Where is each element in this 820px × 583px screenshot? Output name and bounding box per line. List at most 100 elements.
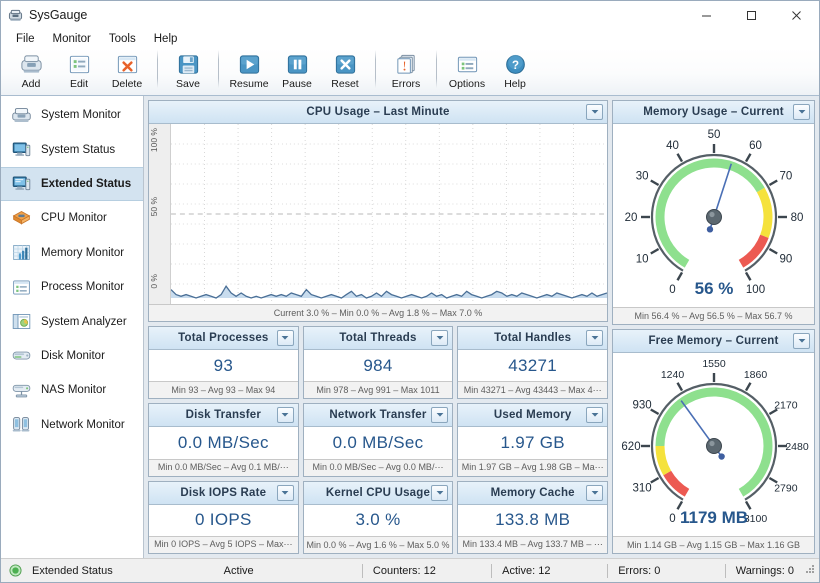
panel-body: 93 [149, 350, 298, 382]
gauge-footer: Min 56.4 % – Avg 56.5 % – Max 56.7 % [613, 307, 814, 324]
toolbar-help-button[interactable]: ? Help [491, 48, 539, 94]
sidebar-item-nas-monitor[interactable]: NAS Monitor [1, 373, 143, 407]
disk-monitor-icon [11, 345, 37, 366]
chevron-down-icon[interactable] [431, 484, 449, 501]
chevron-down-icon[interactable] [793, 333, 810, 349]
stat-row: Disk Transfer 0.0 MB/Sec Min 0.0 MB/Sec … [148, 403, 609, 477]
svg-text:1550: 1550 [702, 358, 726, 370]
panel-title: Total Processes [178, 332, 269, 344]
right-column: Memory Usage – Current 0 10 20 30 40 50 60 70 80… [612, 100, 815, 554]
minimize-button[interactable] [684, 1, 729, 29]
chevron-down-icon[interactable] [586, 484, 604, 501]
panel-title: Disk Transfer [185, 409, 262, 422]
sidebar-item-system-monitor[interactable]: System Monitor [1, 98, 143, 132]
toolbar-add-button[interactable]: Add [7, 48, 55, 94]
stat-value: 0.0 MB/Sec [332, 432, 424, 452]
chevron-down-icon[interactable] [431, 330, 449, 346]
menu-help[interactable]: Help [146, 32, 186, 46]
maximize-button[interactable] [729, 1, 774, 29]
edit-icon [67, 51, 92, 77]
panel-header: Disk Transfer [149, 404, 298, 428]
chevron-down-icon[interactable] [276, 484, 294, 501]
svg-text:310: 310 [632, 482, 651, 494]
svg-text:1179 MB: 1179 MB [679, 508, 747, 527]
stat-panel-disk-iops-rate: Disk IOPS Rate 0 IOPS Min 0 IOPS – Avg 5… [148, 480, 299, 554]
svg-text:620: 620 [621, 441, 640, 453]
chevron-down-icon[interactable] [276, 330, 294, 346]
toolbar-delete-button[interactable]: Delete [103, 48, 151, 94]
main-body: System Monitor System Status Extended St… [1, 96, 819, 558]
gauge-body: 0 10 20 30 40 50 60 70 80 90 100 56 % [613, 124, 814, 307]
sidebar-item-system-status[interactable]: System Status [1, 132, 143, 166]
sidebar-item-disk-monitor[interactable]: Disk Monitor [1, 339, 143, 373]
chevron-down-icon[interactable] [586, 330, 604, 346]
toolbar-reset-button[interactable]: Reset [321, 48, 369, 94]
toolbar-add-label: Add [21, 78, 41, 90]
toolbar-save-button[interactable]: Save [164, 48, 212, 94]
svg-text:0: 0 [669, 512, 675, 524]
stat-value: 984 [363, 355, 393, 375]
chevron-down-icon[interactable] [586, 104, 603, 120]
stat-footer: Min 978 – Avg 991 – Max 1011 [303, 381, 453, 399]
stat-footer: Min 0.0 MB/Sec – Avg 0.0 MB/⋯ [303, 458, 453, 476]
sidebar-label: Extended Status [41, 177, 132, 190]
window-title: SysGauge [29, 8, 88, 22]
toolbar-pause-button[interactable]: Pause [273, 48, 321, 94]
panel-title: Disk IOPS Rate [180, 486, 267, 499]
panel-header: Kernel CPU Usage [303, 481, 453, 505]
sidebar-item-system-analyzer[interactable]: System Analyzer [1, 304, 143, 338]
toolbar-edit-button[interactable]: Edit [55, 48, 103, 94]
stat-footer: Min 93 – Avg 93 – Max 94 [149, 381, 298, 399]
status-mode: Extended Status [32, 564, 113, 577]
stat-value: 43271 [508, 355, 558, 375]
status-active: Active: 12 [502, 564, 551, 577]
svg-text:2480: 2480 [785, 441, 809, 453]
menu-file[interactable]: File [8, 32, 43, 46]
chevron-down-icon[interactable] [793, 104, 810, 120]
svg-text:40: 40 [666, 140, 679, 152]
svg-text:70: 70 [779, 170, 792, 182]
panel-body: 984 [303, 350, 453, 382]
panel-header: Total Processes [149, 327, 298, 350]
sidebar-item-network-monitor[interactable]: Network Monitor [1, 408, 143, 442]
sidebar-item-cpu-monitor[interactable]: CPU Monitor [1, 201, 143, 235]
sidebar-item-extended-status[interactable]: Extended Status [1, 166, 143, 202]
chevron-down-icon[interactable] [276, 407, 294, 424]
sidebar: System Monitor System Status Extended St… [1, 96, 144, 558]
sidebar-item-process-monitor[interactable]: Process Monitor [1, 270, 143, 304]
chevron-down-icon[interactable] [431, 407, 449, 424]
svg-text:90: 90 [779, 253, 792, 265]
panel-title: Used Memory [493, 409, 572, 422]
chevron-down-icon[interactable] [586, 407, 604, 424]
stat-panel-total-threads: Total Threads 984 Min 978 – Avg 991 – Ma… [302, 326, 454, 400]
sidebar-item-memory-monitor[interactable]: Memory Monitor [1, 236, 143, 270]
toolbar-errors-button[interactable]: Errors [382, 48, 430, 94]
toolbar-resume-label: Resume [229, 78, 269, 90]
svg-text:1240: 1240 [660, 369, 684, 381]
toolbar-resume-button[interactable]: Resume [225, 48, 273, 94]
toolbar-separator [436, 50, 437, 88]
toolbar-options-button[interactable]: Options [443, 48, 491, 94]
stat-value: 0.0 MB/Sec [177, 432, 269, 452]
svg-text:100: 100 [745, 283, 764, 295]
svg-text:?: ? [511, 59, 518, 71]
svg-text:2790: 2790 [774, 482, 798, 494]
cpu-usage-plot [171, 124, 607, 304]
menu-bar: File Monitor Tools Help [1, 29, 819, 48]
chart-y-axis: 100 % 50 % 0 % [149, 124, 171, 304]
svg-text:2170: 2170 [774, 399, 798, 411]
panel-header: Free Memory – Current [613, 330, 814, 353]
toolbar-options-label: Options [448, 78, 486, 90]
cpu-usage-chart-panel: CPU Usage – Last Minute 100 % 50 % 0 % C… [148, 100, 608, 322]
memory-monitor-icon [11, 242, 37, 263]
system-status-icon [11, 139, 37, 160]
cpu-monitor-icon [11, 208, 37, 229]
svg-text:60: 60 [749, 140, 762, 152]
menu-tools[interactable]: Tools [101, 32, 144, 46]
toolbar-edit-label: Edit [69, 78, 89, 90]
gauge-panel-free-memory: Free Memory – Current 0 310 620 930 1240 1550… [612, 329, 815, 554]
resize-grip-icon[interactable] [804, 563, 816, 578]
stat-panel-total-processes: Total Processes 93 Min 93 – Avg 93 – Max… [148, 326, 299, 400]
close-button[interactable] [774, 1, 819, 29]
menu-monitor[interactable]: Monitor [45, 32, 99, 46]
